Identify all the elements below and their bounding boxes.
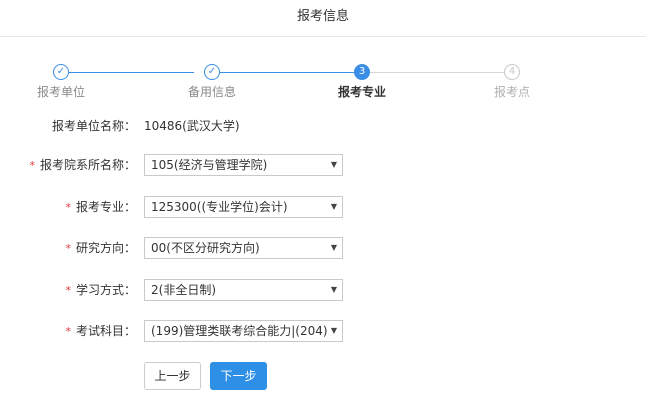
required-mark: *	[65, 325, 71, 338]
exam-subjects-label: * 考试科目：	[65, 324, 136, 338]
next-step-button[interactable]: 下一步	[210, 362, 267, 390]
major-value: 125300((专业学位)会计)	[151, 200, 288, 214]
study-mode-label: * 学习方式：	[65, 283, 136, 297]
exam-subjects-value: (199)管理类联考综合能力|(204)英语二	[151, 324, 327, 338]
study-mode-value: 2(非全日制)	[151, 283, 216, 297]
step-connector-2	[220, 72, 354, 73]
step-1-label: 报考单位	[36, 85, 85, 99]
dropdown-arrow-icon: ▼	[330, 326, 337, 335]
step-connector-3	[370, 72, 504, 73]
exam-subjects-select[interactable]: (199)管理类联考综合能力|(204)英语二 ▼	[144, 320, 343, 342]
department-row: * 报考院系所名称： 105(经济与管理学院) ▼	[0, 154, 646, 178]
major-label: * 报考专业：	[65, 200, 136, 214]
department-value: 105(经济与管理学院)	[151, 158, 268, 172]
major-select[interactable]: 125300((专业学位)会计) ▼	[144, 196, 343, 218]
required-mark: *	[65, 242, 71, 255]
step-4-number: 4	[504, 64, 520, 80]
dropdown-arrow-icon: ▼	[330, 160, 337, 169]
required-mark: *	[29, 159, 35, 172]
page-header: 报考信息	[0, 0, 646, 37]
study-mode-row: * 学习方式： 2(非全日制) ▼	[0, 279, 646, 303]
unit-label: 报考单位名称：	[51, 119, 136, 133]
step-2-label: 备用信息	[187, 85, 236, 99]
study-mode-select[interactable]: 2(非全日制) ▼	[144, 279, 343, 301]
step-3-number: 3	[354, 64, 370, 80]
required-mark: *	[65, 201, 71, 214]
step-2-check-icon: ✓	[204, 64, 220, 80]
unit-row: 报考单位名称： 10486(武汉大学)	[0, 115, 646, 139]
dropdown-arrow-icon: ▼	[330, 202, 337, 211]
direction-value: 00(不区分研究方向)	[151, 241, 260, 255]
department-label: * 报考院系所名称：	[29, 158, 136, 172]
required-mark: *	[65, 284, 71, 297]
step-4-label: 报考点	[493, 85, 530, 99]
major-row: * 报考专业： 125300((专业学位)会计) ▼	[0, 196, 646, 220]
unit-value: 10486(武汉大学)	[144, 119, 240, 133]
department-select[interactable]: 105(经济与管理学院) ▼	[144, 154, 343, 176]
exam-subjects-row: *考试科目： (199)管理类联考综合能力|(204)英语二 ▼	[0, 320, 646, 344]
direction-select[interactable]: 00(不区分研究方向) ▼	[144, 237, 343, 259]
step-1-check-icon: ✓	[53, 64, 69, 80]
step-connector-1	[69, 72, 194, 73]
dropdown-arrow-icon: ▼	[330, 243, 337, 252]
step-3-label: 报考专业	[337, 85, 386, 99]
previous-step-button[interactable]: 上一步	[144, 362, 201, 390]
direction-label: * 研究方向：	[65, 241, 136, 255]
progress-steps: ✓ ✓ 3 4 报考单位 备用信息 报考专业 报考点	[0, 60, 646, 105]
dropdown-arrow-icon: ▼	[330, 285, 337, 294]
page-title: 报考信息	[296, 9, 349, 24]
direction-row: * 研究方向： 00(不区分研究方向) ▼	[0, 237, 646, 261]
